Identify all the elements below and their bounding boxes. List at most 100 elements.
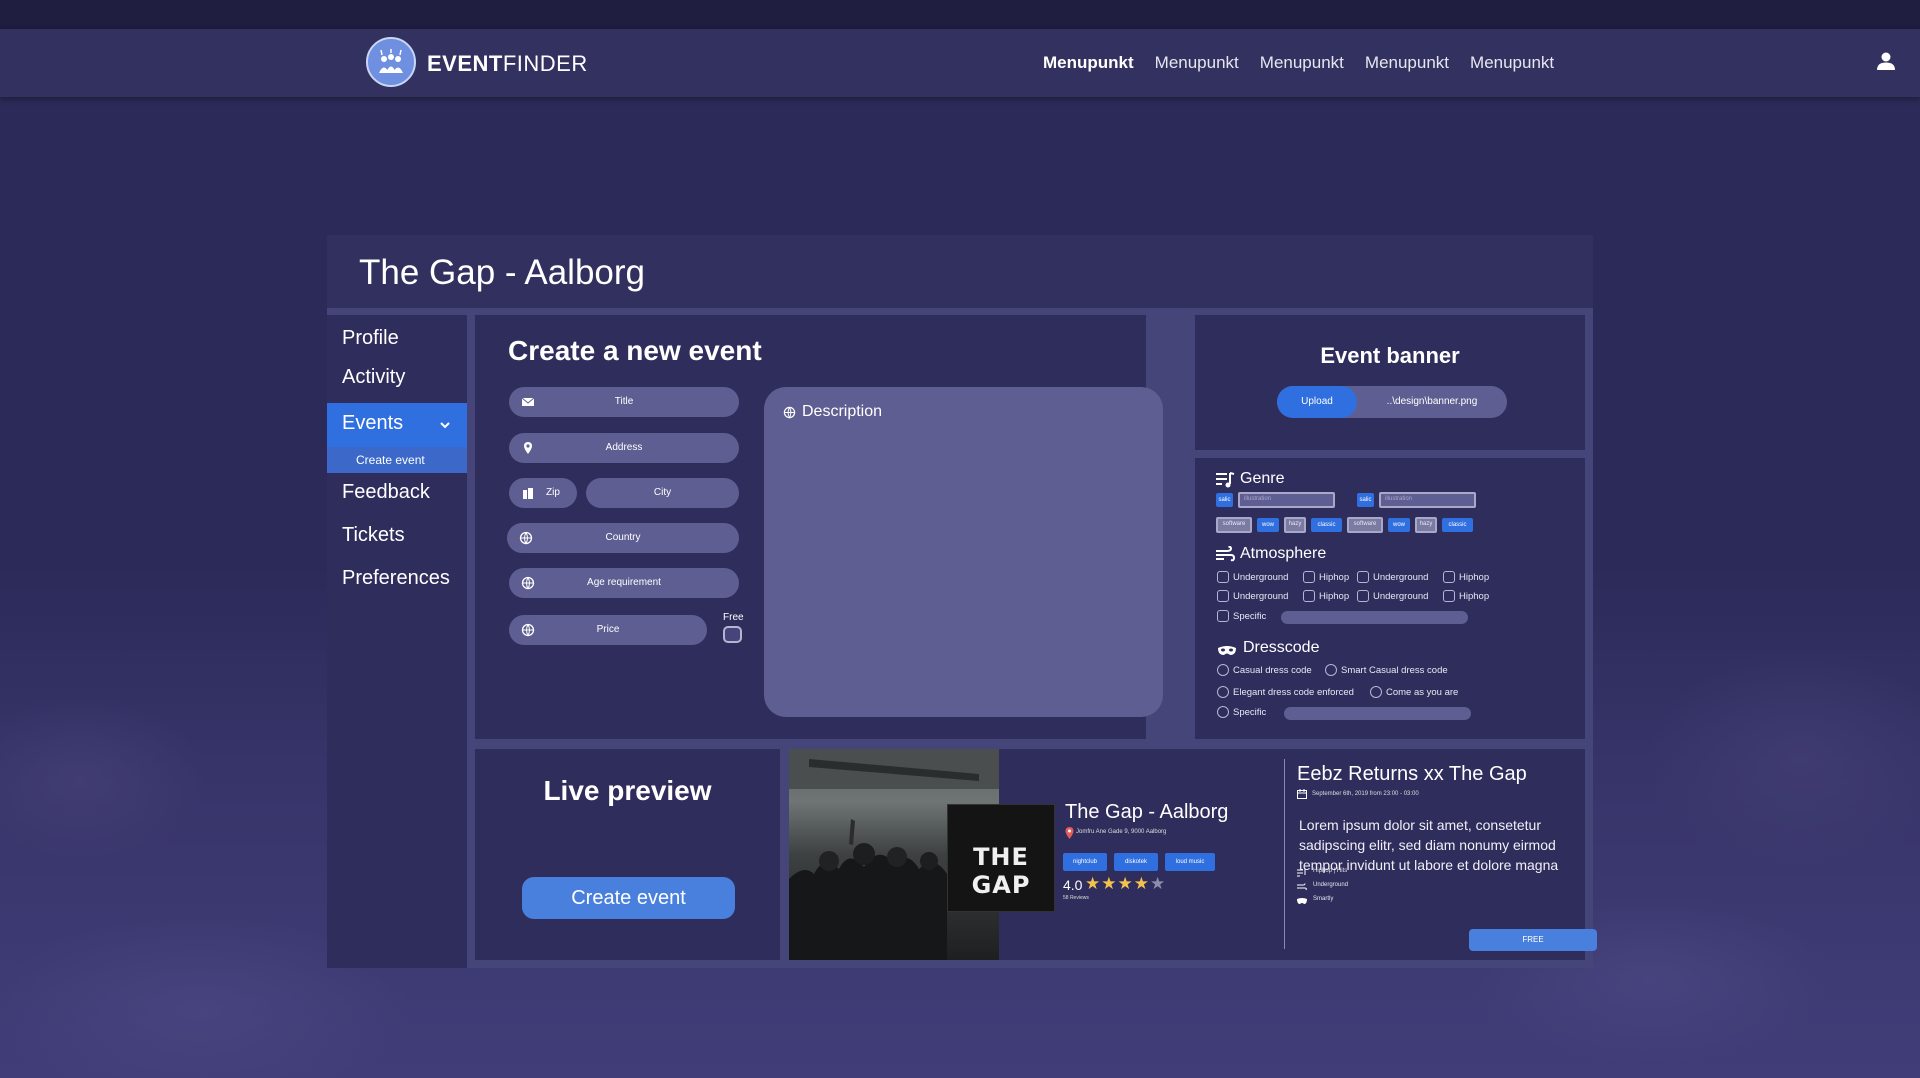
- dresscode-specific-label: Specific: [1233, 707, 1267, 718]
- genre-tag[interactable]: wow: [1257, 518, 1279, 532]
- venue-tag[interactable]: diskotek: [1114, 853, 1158, 871]
- country-field[interactable]: Country: [507, 523, 739, 553]
- atmosphere-option: Underground: [1373, 591, 1429, 602]
- create-event-panel: Create a new event Title Address Zip Cit…: [475, 315, 1163, 739]
- atmosphere-checkbox[interactable]: [1357, 590, 1369, 602]
- preview-dresscode: Smartly: [1313, 896, 1334, 902]
- age-requirement-field[interactable]: Age requirement: [509, 568, 739, 598]
- description-textarea[interactable]: Description: [764, 387, 1163, 717]
- user-icon[interactable]: [1874, 49, 1898, 73]
- genre-input[interactable]: illustration: [1379, 492, 1476, 508]
- zip-field[interactable]: Zip: [509, 478, 577, 508]
- wind-icon: [1297, 883, 1307, 891]
- preview-event-description: Lorem ipsum dolor sit amet, consetetur s…: [1299, 817, 1559, 873]
- dresscode-radio[interactable]: [1217, 664, 1229, 676]
- atmosphere-specific-input[interactable]: [1281, 611, 1468, 624]
- preview-address: Jomfru Ane Gade 9, 9000 Aalborg: [1076, 829, 1167, 835]
- create-event-heading: Create a new event: [508, 335, 762, 366]
- free-label: Free: [723, 612, 744, 623]
- main-container: The Gap - Aalborg Profile Activity Event…: [327, 235, 1597, 968]
- dresscode-option: Come as you are: [1386, 687, 1459, 698]
- atmosphere-checkbox[interactable]: [1443, 590, 1455, 602]
- sidebar-subitem-create-event[interactable]: Create event: [327, 447, 467, 473]
- venue-tag[interactable]: nightclub: [1063, 853, 1107, 871]
- menu-item[interactable]: Menupunkt: [1260, 53, 1344, 73]
- dresscode-specific-input[interactable]: [1284, 707, 1471, 720]
- dresscode-radio[interactable]: [1325, 664, 1337, 676]
- sidebar-item-preferences[interactable]: Preferences: [342, 567, 450, 590]
- globe-icon: [783, 406, 796, 419]
- navbar: EVENTFINDER Menupunkt Menupunkt Menupunk…: [0, 29, 1920, 97]
- genre-tag[interactable]: classic: [1442, 518, 1473, 532]
- atmosphere-option: Hiphop: [1319, 572, 1350, 583]
- city-field[interactable]: City: [586, 478, 739, 508]
- event-banner-panel: Event banner Upload ..\design\banner.png: [1195, 315, 1585, 450]
- sidebar-item-tickets[interactable]: Tickets: [342, 524, 405, 547]
- sidebar-item-events[interactable]: Events: [327, 403, 467, 447]
- preview-atmosphere: Underground: [1313, 882, 1349, 888]
- atmosphere-option: Underground: [1233, 591, 1289, 602]
- create-event-button[interactable]: Create event: [522, 877, 735, 919]
- upload-filename: ..\design\banner.png: [1386, 396, 1478, 407]
- genre-heading: Genre: [1240, 470, 1285, 487]
- genre-tag[interactable]: classic: [1311, 518, 1342, 532]
- atmosphere-checkbox[interactable]: [1443, 571, 1455, 583]
- genre-tag[interactable]: hazy: [1284, 517, 1306, 533]
- title-field[interactable]: Title: [509, 387, 739, 417]
- menu-item[interactable]: Menupunkt: [1155, 53, 1239, 73]
- rating-value: 4.0: [1063, 877, 1083, 893]
- chevron-down-icon: [440, 422, 450, 429]
- genre-tag[interactable]: wow: [1388, 518, 1410, 532]
- genre-input[interactable]: illustration: [1238, 492, 1335, 508]
- atmosphere-checkbox[interactable]: [1303, 590, 1315, 602]
- atmosphere-option: Hiphop: [1459, 572, 1490, 583]
- address-field[interactable]: Address: [509, 433, 739, 463]
- upload-button[interactable]: Upload: [1277, 386, 1357, 418]
- mask-icon: [1297, 898, 1307, 904]
- brand-name[interactable]: EVENTFINDER: [427, 51, 588, 77]
- dresscode-radio[interactable]: [1370, 686, 1382, 698]
- sidebar-item-feedback[interactable]: Feedback: [342, 481, 430, 504]
- price-field[interactable]: Price: [509, 615, 707, 645]
- crowd-logo-icon[interactable]: [366, 37, 416, 87]
- atmosphere-checkbox[interactable]: [1357, 571, 1369, 583]
- music-list-icon: [1216, 472, 1235, 488]
- atmosphere-option: Hiphop: [1319, 591, 1350, 602]
- venue-logo-text: THE GAP: [971, 843, 1031, 899]
- event-tags-panel: Genre salic illustration salic illustrat…: [1195, 458, 1585, 739]
- sidebar-item-label: Events: [342, 412, 404, 434]
- venue-logo: THE GAP: [947, 804, 1055, 912]
- page-title: The Gap - Aalborg: [359, 253, 645, 292]
- genre-tag[interactable]: hazy: [1415, 517, 1437, 533]
- wind-icon: [1216, 546, 1235, 562]
- genre-tag[interactable]: salic: [1216, 493, 1233, 507]
- atmosphere-heading: Atmosphere: [1240, 545, 1327, 562]
- menu-item[interactable]: Menupunkt: [1470, 53, 1554, 73]
- atmosphere-checkbox[interactable]: [1303, 571, 1315, 583]
- genre-tag[interactable]: software: [1216, 517, 1252, 533]
- live-preview-panel: Live preview Create event: [475, 749, 780, 960]
- sidebar: Profile Activity Events Create event Fee…: [327, 315, 467, 968]
- genre-tag[interactable]: salic: [1357, 493, 1374, 507]
- free-checkbox[interactable]: [723, 626, 742, 643]
- preview-venue-name: The Gap - Aalborg: [1065, 801, 1229, 823]
- venue-tag[interactable]: loud music: [1165, 853, 1215, 871]
- atmosphere-specific-checkbox[interactable]: [1217, 610, 1229, 622]
- atmosphere-specific-label: Specific: [1233, 611, 1267, 622]
- atmosphere-checkbox[interactable]: [1217, 590, 1229, 602]
- dresscode-option: Elegant dress code enforced: [1233, 687, 1354, 698]
- dresscode-specific-radio[interactable]: [1217, 706, 1229, 718]
- event-preview-card: THE GAP The Gap - Aalborg Jomfru Ane Gad…: [789, 749, 1597, 960]
- dresscode-radio[interactable]: [1217, 686, 1229, 698]
- preview-genre: Hiphop | Hits: [1313, 868, 1348, 874]
- live-preview-heading: Live preview: [543, 775, 712, 806]
- menu-item[interactable]: Menupunkt: [1365, 53, 1449, 73]
- sidebar-item-profile[interactable]: Profile: [342, 327, 399, 350]
- sidebar-item-activity[interactable]: Activity: [342, 366, 405, 389]
- free-ticket-button[interactable]: FREE: [1469, 929, 1597, 951]
- title-bar: The Gap - Aalborg: [327, 235, 1593, 308]
- atmosphere-checkbox[interactable]: [1217, 571, 1229, 583]
- genre-tag[interactable]: software: [1347, 517, 1383, 533]
- menu-item[interactable]: Menupunkt: [1043, 53, 1134, 73]
- preview-event-title: Eebz Returns xx The Gap: [1297, 763, 1527, 785]
